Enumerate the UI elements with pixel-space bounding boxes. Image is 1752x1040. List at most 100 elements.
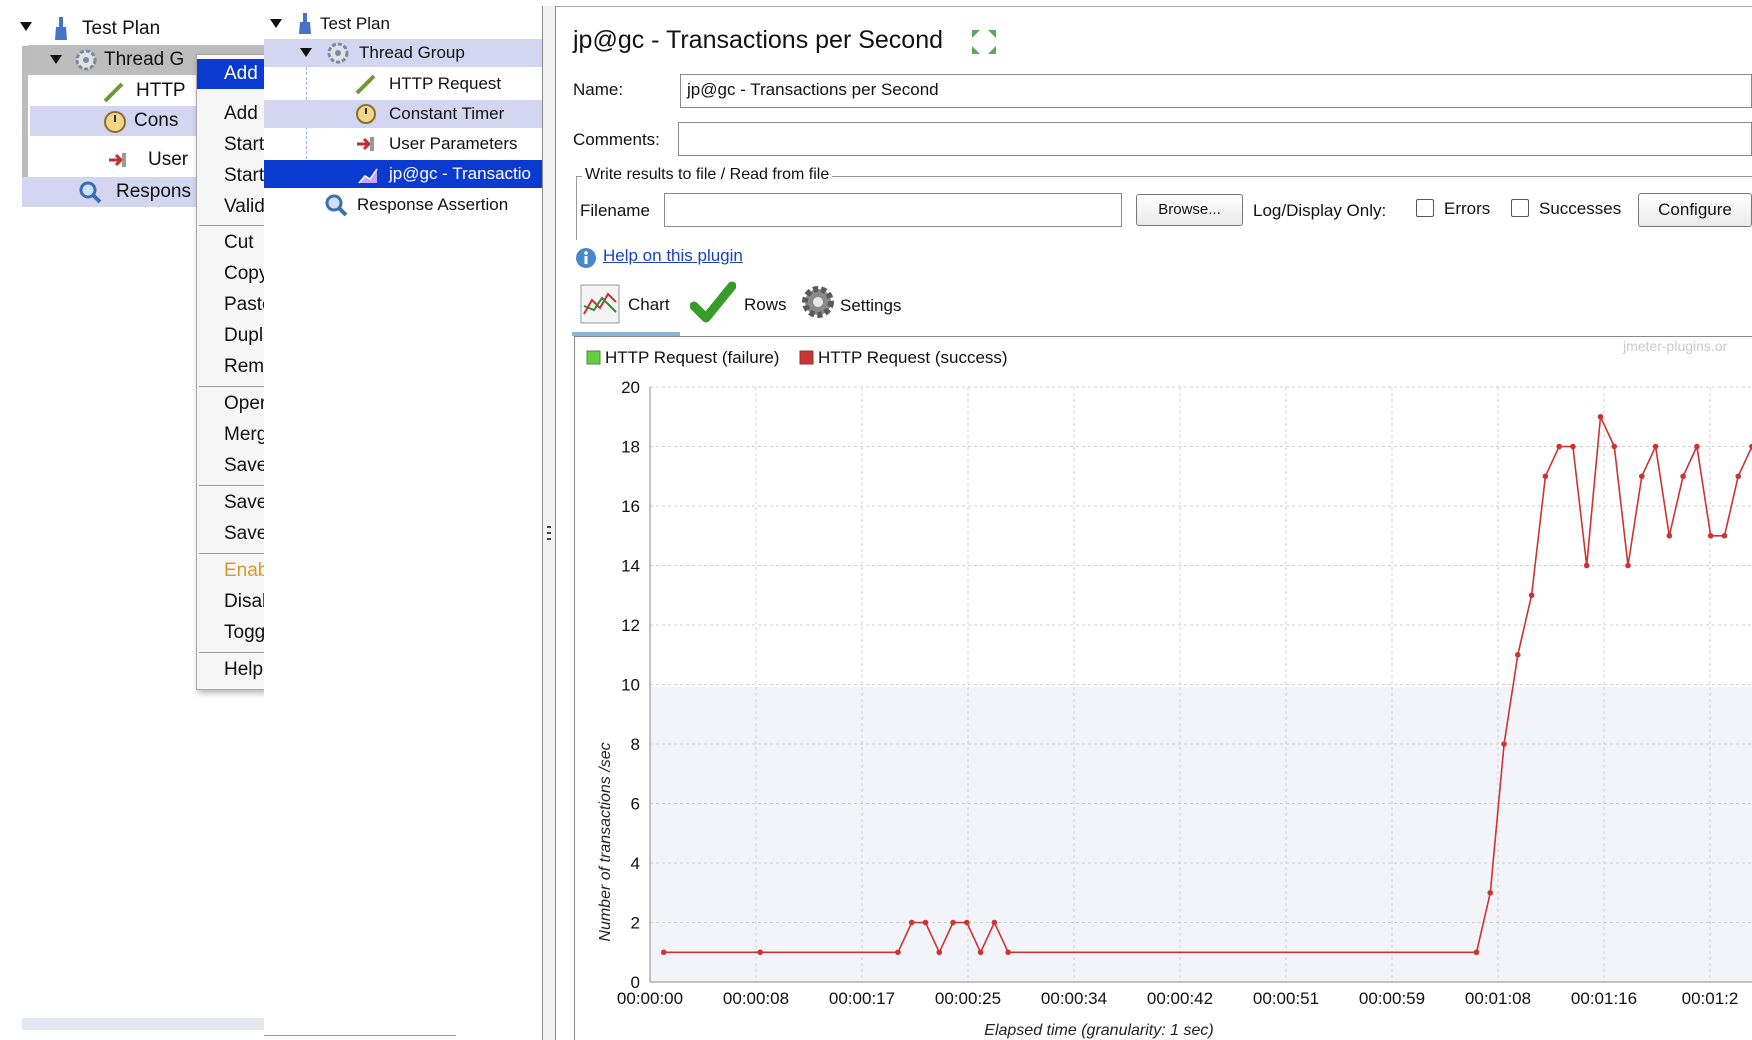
arrow-in-icon xyxy=(356,134,376,154)
tree-item-transactions-per-second[interactable]: jp@gc - Transactio xyxy=(264,160,542,188)
comments-field[interactable] xyxy=(678,122,1752,156)
menu-item-cut[interactable]: Cut xyxy=(197,228,265,258)
menu-item-merge[interactable]: Merg xyxy=(197,420,265,450)
x-tick-label: 00:00:51 xyxy=(1253,989,1319,1008)
data-point xyxy=(1735,473,1742,480)
menu-item-toggle[interactable]: Togg xyxy=(197,618,265,648)
menu-item-validate[interactable]: Valid xyxy=(197,192,265,222)
errors-checkbox[interactable] xyxy=(1416,199,1434,217)
tab-chart[interactable]: Chart xyxy=(572,282,680,336)
x-tick-label: 00:00:25 xyxy=(935,989,1001,1008)
menu-item-add[interactable]: Add xyxy=(197,99,265,129)
tree-item-label: HTTP xyxy=(136,80,186,101)
tree-item-constant-timer[interactable]: Constant Timer xyxy=(264,100,542,128)
tab-rows[interactable]: Rows xyxy=(689,280,790,326)
flask-icon xyxy=(298,13,312,35)
menu-item-save-node-image[interactable]: Save xyxy=(197,488,265,518)
menu-item-paste[interactable]: Paste xyxy=(197,290,265,320)
data-point xyxy=(1694,443,1700,450)
name-field[interactable]: jp@gc - Transactions per Second xyxy=(680,74,1752,108)
data-point xyxy=(991,919,998,926)
data-point xyxy=(660,949,667,956)
filename-field[interactable] xyxy=(664,193,1122,227)
menu-item-remove[interactable]: Rem xyxy=(197,352,265,382)
y-tick-label: 16 xyxy=(621,497,640,516)
checkmark-icon xyxy=(689,280,737,326)
gear-icon xyxy=(800,284,836,320)
data-point xyxy=(950,919,956,926)
data-point xyxy=(1666,532,1673,539)
successes-checkbox[interactable] xyxy=(1511,199,1529,217)
filename-label: Filename xyxy=(580,201,650,220)
y-tick-label: 18 xyxy=(621,438,640,457)
tree-item-label: Cons xyxy=(134,110,179,131)
menu-separator xyxy=(199,225,265,226)
tree-item-test-plan[interactable]: Test Plan xyxy=(54,14,264,44)
expand-arrow-icon[interactable] xyxy=(270,19,282,28)
drag-handle-icon[interactable] xyxy=(547,526,551,544)
data-point xyxy=(1487,889,1494,896)
tab-label: Rows xyxy=(744,295,787,314)
context-menu: Add Add Start Start Valid Cut Copy Paste… xyxy=(196,54,266,690)
expand-arrow-icon[interactable] xyxy=(20,22,32,31)
y-axis-label: Number of transactions /sec xyxy=(597,742,614,941)
y-tick-label: 4 xyxy=(631,854,640,873)
y-tick-label: 10 xyxy=(621,676,640,695)
tree-item-label: User Parameters xyxy=(389,134,518,153)
timer-icon xyxy=(102,109,128,135)
data-point xyxy=(1721,532,1728,539)
x-tick-label: 00:00:42 xyxy=(1147,989,1213,1008)
tps-chart: jmeter-plugins.or HTTP Request (failure)… xyxy=(586,338,1752,1039)
file-group-title: Write results to file / Read from file xyxy=(582,166,833,184)
data-point xyxy=(1542,473,1549,480)
expand-icon[interactable] xyxy=(971,29,997,55)
info-icon xyxy=(575,247,597,269)
y-tick-label: 6 xyxy=(631,795,640,814)
split-divider[interactable] xyxy=(542,6,556,1040)
arrow-in-icon xyxy=(108,150,128,170)
data-point xyxy=(964,919,970,926)
menu-separator xyxy=(199,553,265,554)
chart-icon xyxy=(580,284,620,324)
data-point xyxy=(1652,443,1659,450)
menu-separator xyxy=(199,652,265,653)
x-axis-label: Elapsed time (granularity: 1 sec) xyxy=(984,1022,1213,1039)
configure-button[interactable]: Configure xyxy=(1638,193,1752,227)
legend-label-failure: HTTP Request (failure) xyxy=(605,348,779,367)
bottom-strip xyxy=(22,1018,264,1030)
tree-item-thread-group[interactable]: Thread Group xyxy=(264,39,542,67)
tree-item-label: Test Plan xyxy=(320,14,390,33)
chart-legend: HTTP Request (failure) HTTP Request (suc… xyxy=(586,348,1008,367)
menu-item-open[interactable]: Oper xyxy=(197,389,265,419)
y-tick-label: 8 xyxy=(631,735,640,754)
x-tick-label: 00:01:08 xyxy=(1465,989,1531,1008)
menu-item-start[interactable]: Start xyxy=(197,130,265,160)
expand-arrow-icon[interactable] xyxy=(300,48,312,57)
menu-item-add-active[interactable]: Add xyxy=(197,59,265,89)
tab-settings[interactable]: Settings xyxy=(800,284,920,324)
expand-arrow-icon[interactable] xyxy=(50,55,62,64)
data-point xyxy=(895,949,901,956)
legend-label-success: HTTP Request (success) xyxy=(818,348,1008,367)
menu-item-help[interactable]: Help xyxy=(197,655,265,685)
successes-label: Successes xyxy=(1539,199,1622,218)
data-point xyxy=(1707,532,1714,539)
data-point xyxy=(1680,473,1686,480)
menu-item-save-screen-image[interactable]: Save xyxy=(197,519,265,549)
menu-item-start-no-pauses[interactable]: Start xyxy=(197,161,265,191)
menu-item-disable[interactable]: Disab xyxy=(197,587,265,617)
menu-item-save-selection[interactable]: Save xyxy=(197,451,265,481)
comments-label: Comments: xyxy=(573,130,660,149)
panel-top-border xyxy=(556,6,1752,7)
menu-item-duplicate[interactable]: Dupl xyxy=(197,321,265,351)
magnifier-icon xyxy=(78,180,102,204)
data-point xyxy=(757,949,763,956)
tree-item-label: Respons xyxy=(116,181,191,202)
data-point xyxy=(1515,651,1521,658)
browse-button[interactable]: Browse... xyxy=(1136,194,1243,226)
tab-label: Chart xyxy=(628,295,670,314)
menu-item-copy[interactable]: Copy xyxy=(197,259,265,289)
data-point xyxy=(936,949,943,956)
help-link[interactable]: Help on this plugin xyxy=(603,246,743,266)
data-point xyxy=(1639,473,1645,480)
